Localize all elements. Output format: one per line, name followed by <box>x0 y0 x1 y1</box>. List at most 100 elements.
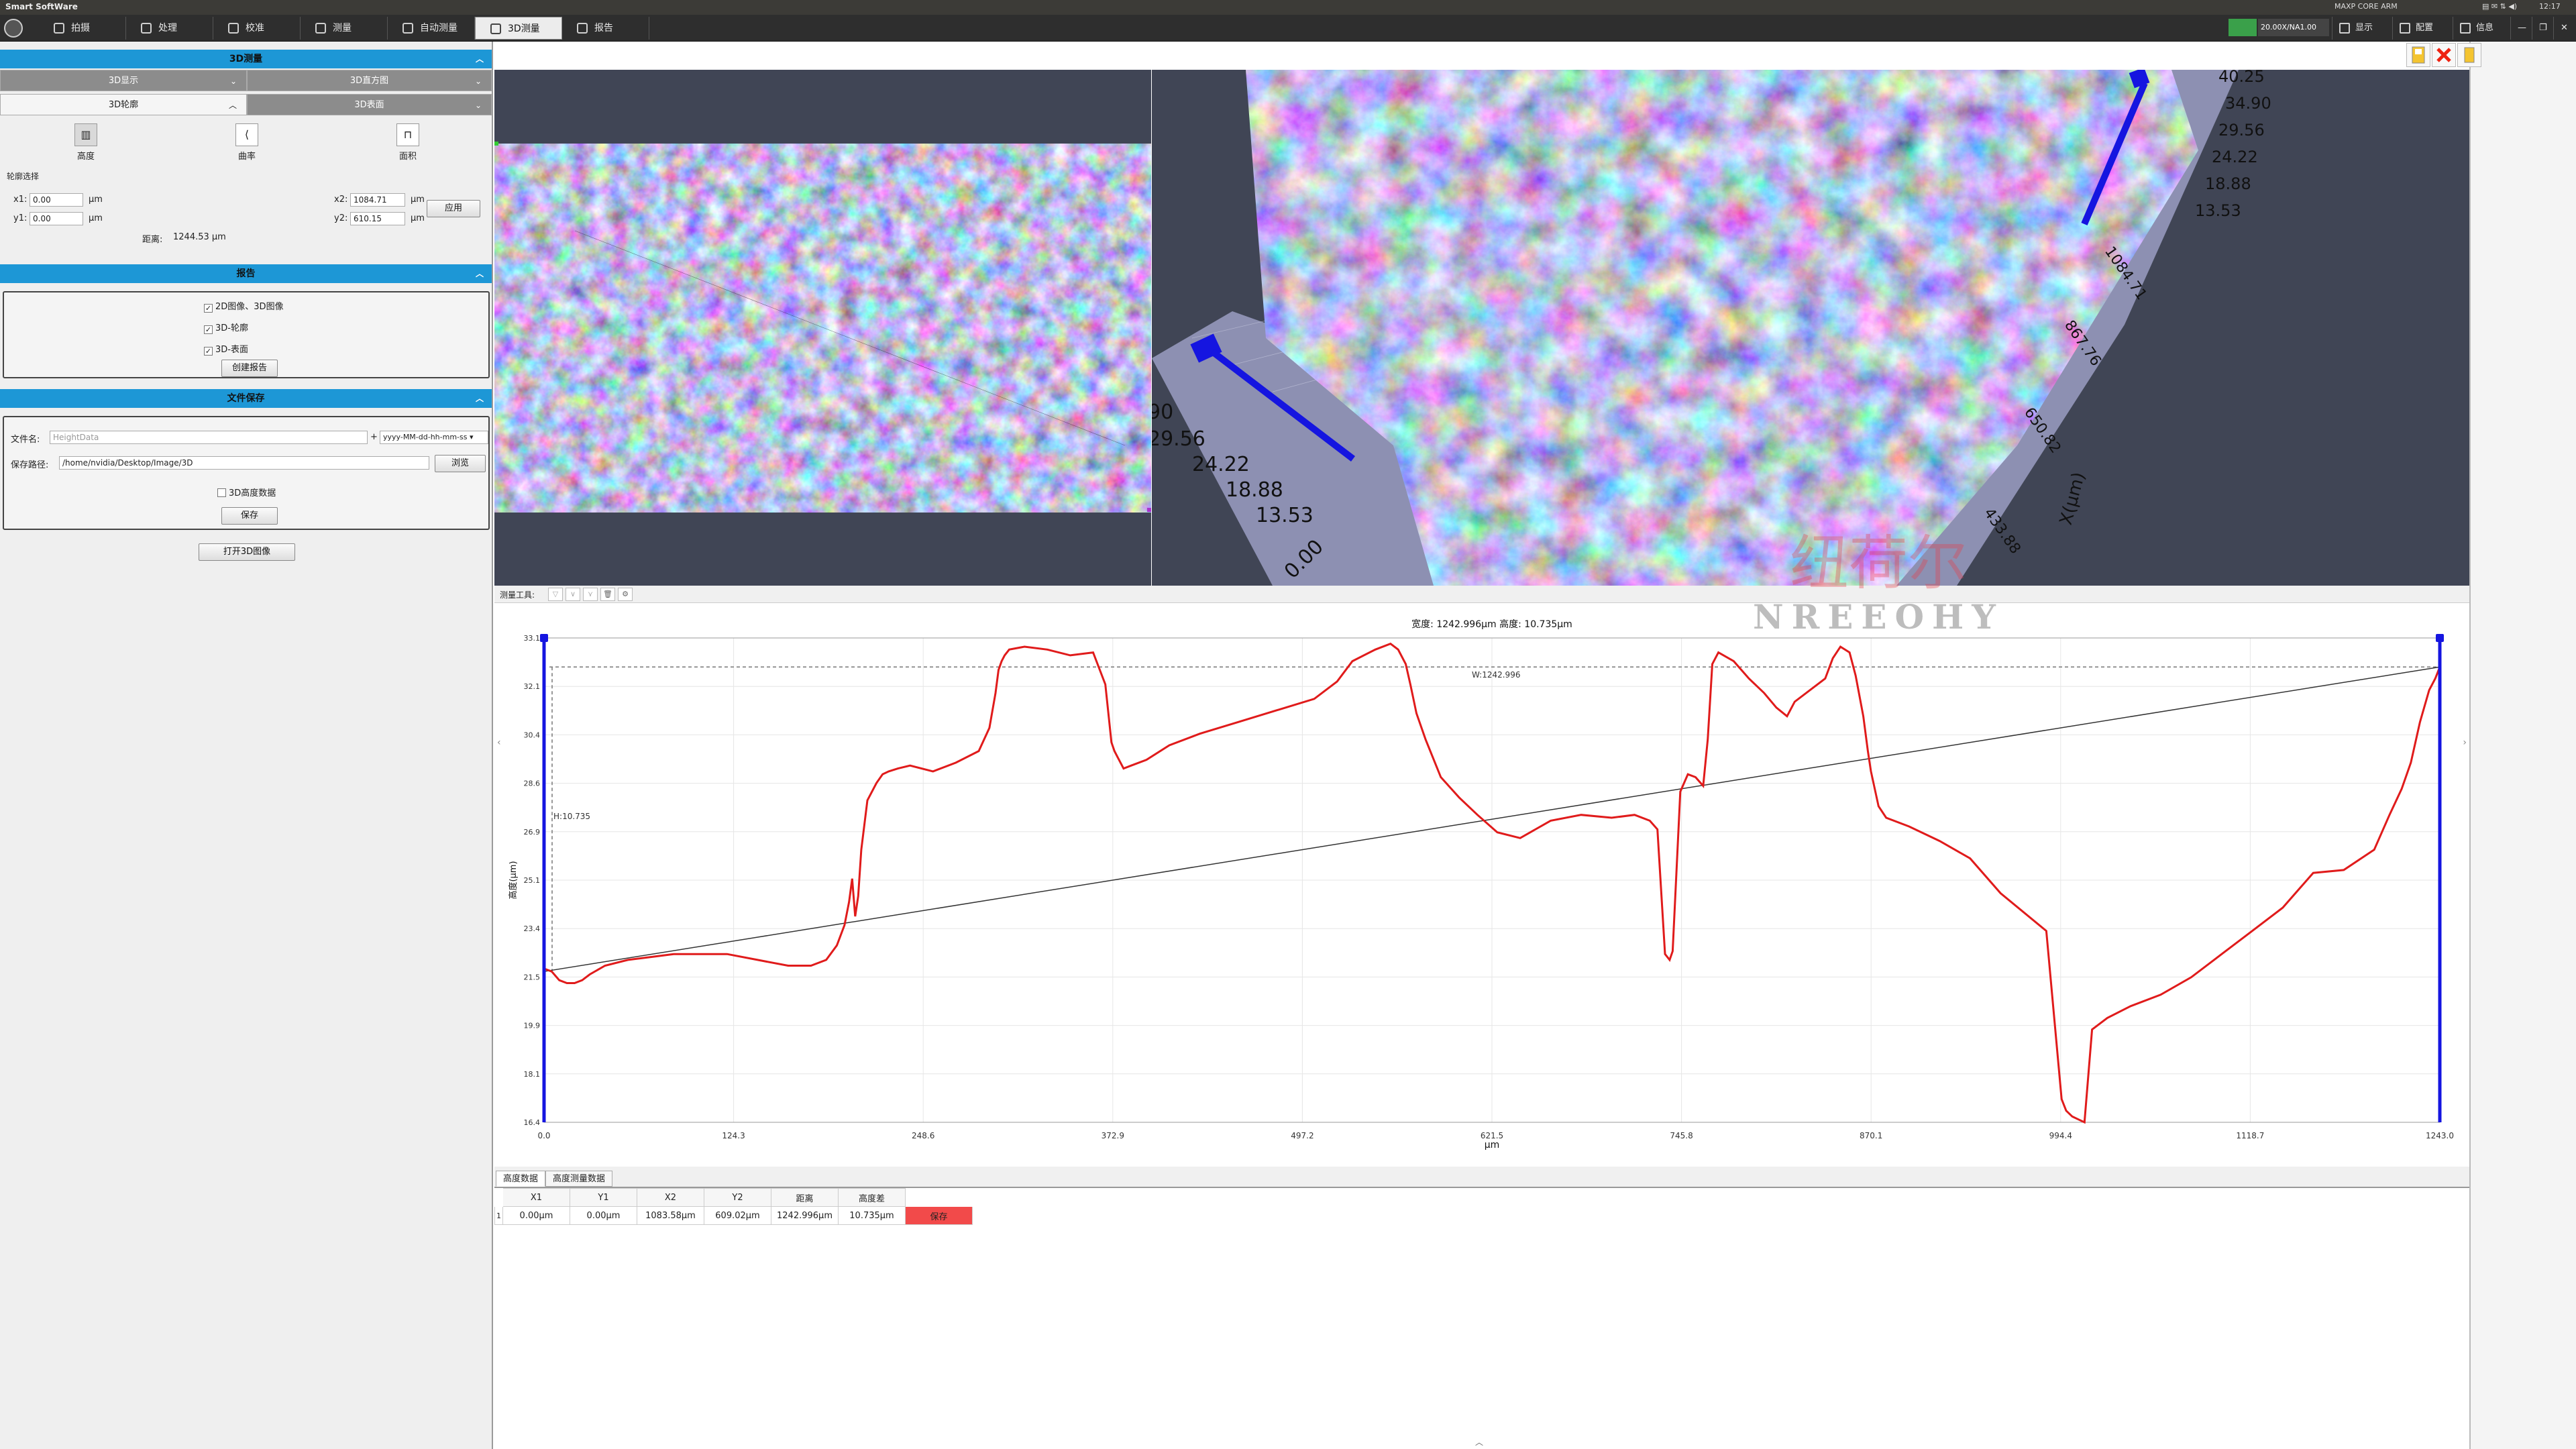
z-tick-label: 34.90 <box>2225 94 2271 113</box>
tab-calibrate[interactable]: 校准 <box>213 17 301 40</box>
x1-input[interactable]: 0.00 <box>30 193 83 207</box>
x-tick-label: 1243.0 <box>2426 1131 2454 1140</box>
section-header-report[interactable]: 报告 ︿ <box>0 264 492 283</box>
specimen-image <box>494 144 1151 513</box>
z-tick-label: 13.53 <box>1256 504 1313 527</box>
open-3d-image-button[interactable]: 打开3D图像 <box>199 543 295 561</box>
table-row[interactable]: 1 0.00μm 0.00μm 1083.58μm 609.02μm 1242.… <box>494 1206 973 1225</box>
subtab-3d-surface[interactable]: 3D表面 ⌄ <box>247 94 492 115</box>
chart-left-arrow-icon[interactable]: ‹ <box>497 737 501 748</box>
tool-angle-icon[interactable]: ⋎ <box>583 588 598 601</box>
row-save-button[interactable]: 保存 <box>905 1206 973 1225</box>
close-button[interactable]: ✕ <box>2553 17 2576 40</box>
y2-unit: μm <box>411 213 425 223</box>
chevron-down-icon: ⌄ <box>229 76 237 86</box>
subtab-3d-histogram[interactable]: 3D直方图 ⌄ <box>247 70 492 91</box>
tab-capture[interactable]: 拍摄 <box>39 17 126 40</box>
chart-right-arrow-icon[interactable]: › <box>2463 737 2467 748</box>
y-tick-label: 26.9 <box>524 828 541 837</box>
cell-y1: 0.00μm <box>570 1206 637 1225</box>
apply-button[interactable]: 应用 <box>427 200 480 217</box>
z-tick-label: 90 <box>1152 400 1173 424</box>
file-save-button[interactable]: 保存 <box>221 507 278 525</box>
tool-peak-icon[interactable]: ▽ <box>548 588 563 601</box>
curvature-icon: ⟨ <box>235 123 258 146</box>
tray-icons: ▤ ✉ ⇅ ◀) <box>2482 2 2518 11</box>
start-marker-handle <box>540 634 548 642</box>
main-toolbar: 拍摄 处理 校准 测量 自动测量 3D测量 报告 20.00X/NA1.00 显… <box>0 15 2576 42</box>
chevron-down-icon: ⌄ <box>474 101 482 110</box>
tab-auto-measure[interactable]: 自动测量 <box>388 17 475 40</box>
cell-x2: 1083.58μm <box>637 1206 704 1225</box>
save-file-icon[interactable] <box>2406 43 2430 67</box>
measure-tools-label: 测量工具: <box>500 590 535 600</box>
tab-height-data[interactable]: 高度数据 <box>496 1171 546 1187</box>
tool-curvature[interactable]: ⟨ 曲率 <box>227 123 267 162</box>
x2-input[interactable]: 1084.71 <box>350 193 405 207</box>
microscope-image-2d <box>494 142 1151 513</box>
y1-input[interactable]: 0.00 <box>30 212 83 225</box>
system-title-bar: Smart SoftWare MAXP CORE ARM ▤ ✉ ⇅ ◀) 12… <box>0 0 2576 15</box>
export-icon[interactable] <box>2457 43 2481 67</box>
tab-3d-measure[interactable]: 3D测量 <box>475 17 562 40</box>
config-button[interactable]: 配置 <box>2392 17 2453 40</box>
auto-measure-icon <box>402 23 413 34</box>
chevron-up-icon: ︿ <box>475 269 484 278</box>
y2-input[interactable]: 610.15 <box>350 212 405 225</box>
y-tick-label: 18.1 <box>524 1070 541 1079</box>
display-button[interactable]: 显示 <box>2332 17 2392 40</box>
info-button[interactable]: 信息 <box>2453 17 2508 40</box>
delete-icon[interactable] <box>2432 43 2456 67</box>
z-tick-label: 13.53 <box>2195 201 2241 220</box>
subtab-3d-profile[interactable]: 3D轮廓 ︿ <box>0 94 247 115</box>
tool-area[interactable]: ⊓ 面积 <box>388 123 428 162</box>
filename-label: 文件名: <box>11 435 40 445</box>
surface-3d-render: 40.2534.9029.5624.2218.8813.539029.5624.… <box>1152 70 2271 586</box>
maximize-button[interactable]: ❐ <box>2532 17 2553 40</box>
file-save-box: 文件名: HeightData + yyyy-MM-dd-hh-mm-ss ▾ … <box>3 416 490 530</box>
subtab-3d-display[interactable]: 3D显示 ⌄ <box>0 70 247 91</box>
x-tick-label: 870.1 <box>1860 1131 1882 1140</box>
y-tick-label: 23.4 <box>524 924 541 933</box>
checkbox-3d-surface[interactable]: ✓ 3D-表面 <box>204 342 248 356</box>
date-format-select[interactable]: yyyy-MM-dd-hh-mm-ss ▾ <box>380 431 488 444</box>
section-header-3d-measure[interactable]: 3D测量 ︿ <box>0 50 492 68</box>
x-tick-label: 994.4 <box>2049 1131 2072 1140</box>
collapse-chevron-icon[interactable]: ︿ <box>1475 1436 1483 1448</box>
tool-height[interactable]: ▥ 高度 <box>66 123 106 162</box>
check-icon: ✓ <box>204 347 213 356</box>
profile-chart-area[interactable]: 0.0 124.3 248.6 372.9 497.2 621.5 745.8 870.1 99… <box>494 603 2469 1167</box>
checkbox-3d-profile[interactable]: ✓ 3D-轮廓 <box>204 321 248 334</box>
x-tick-label: 124.3 <box>722 1131 745 1140</box>
browse-button[interactable]: 浏览 <box>435 455 486 472</box>
save-path-input[interactable]: /home/nvidia/Desktop/Image/3D <box>59 456 429 470</box>
area-icon: ⊓ <box>396 123 419 146</box>
checkbox-2d-3d-image[interactable]: ✓ 2D图像、3D图像 <box>204 299 284 313</box>
minimize-button[interactable]: — <box>2510 17 2532 40</box>
settings-icon[interactable]: ⚙ <box>618 588 633 601</box>
tab-measure[interactable]: 测量 <box>301 17 388 40</box>
tool-valley-icon[interactable]: ∨ <box>566 588 580 601</box>
x-axis-title: X(μm) <box>2056 470 2090 527</box>
cell-x1: 0.00μm <box>502 1206 570 1225</box>
app-title: Smart SoftWare <box>5 2 78 11</box>
end-marker-handle <box>2436 634 2444 642</box>
tab-height-measure-data[interactable]: 高度测量数据 <box>545 1171 613 1187</box>
ruler-icon <box>228 23 239 34</box>
profile-end-marker <box>1147 508 1151 512</box>
tab-report[interactable]: 报告 <box>562 17 649 40</box>
row-index: 1 <box>494 1206 503 1225</box>
section-header-file-save[interactable]: 文件保存 ︿ <box>0 389 492 408</box>
checkbox-3d-height-data[interactable]: 3D高度数据 <box>217 486 276 498</box>
z-tick-label: 40.25 <box>2218 70 2265 86</box>
cell-height-diff: 10.735μm <box>838 1206 906 1225</box>
tab-process[interactable]: 处理 <box>126 17 213 40</box>
filename-input[interactable]: HeightData <box>50 431 368 444</box>
image-3d-view[interactable]: 40.25 34.90 29.56 24.22 18.88 13.53 90 29.56 24.… <box>1152 70 2469 586</box>
distance-value: 1244.53 μm <box>173 232 226 242</box>
image-2d-view[interactable] <box>494 70 1151 586</box>
x-tick-label: 0.0 <box>537 1131 550 1140</box>
trash-icon[interactable]: 🗑 <box>600 588 615 601</box>
info-icon <box>2460 23 2471 34</box>
create-report-button[interactable]: 创建报告 <box>221 360 278 377</box>
